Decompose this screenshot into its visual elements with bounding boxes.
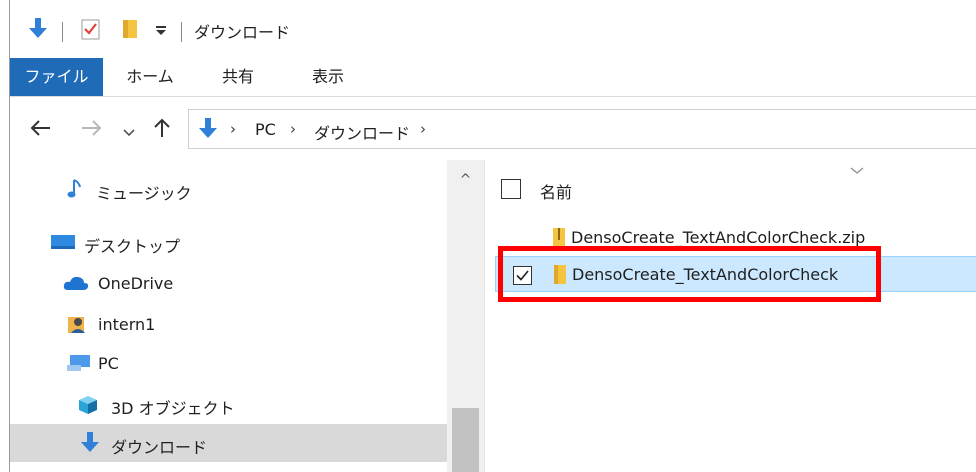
nav-item-onedrive[interactable]: OneDrive — [10, 264, 447, 302]
address-bar[interactable]: › PC › ダウンロード › — [188, 109, 976, 149]
nav-item-label: PC — [98, 354, 119, 373]
breadcrumb-pc[interactable]: PC — [255, 120, 276, 139]
back-arrow-icon[interactable] — [30, 119, 52, 141]
pc-icon — [66, 353, 92, 377]
nav-item-3d-objects[interactable]: 3D オブジェクト — [10, 385, 447, 423]
column-header-name[interactable]: 名前 — [540, 179, 572, 203]
nav-item-label: 3D オブジェクト — [111, 399, 235, 418]
tab-share[interactable]: 共有 — [210, 58, 266, 96]
sort-chevron-icon[interactable] — [850, 164, 864, 178]
explorer-window: ダウンロード ファイル ホーム 共有 表示 › PC › ダウンロード › ミュ… — [9, 0, 976, 472]
music-note-icon — [67, 178, 83, 204]
download-arrow-icon[interactable] — [28, 17, 48, 45]
scroll-up-icon[interactable]: ^ — [447, 172, 484, 188]
nav-item-label: デスクトップ — [84, 237, 181, 256]
desktop-icon — [50, 232, 76, 256]
onedrive-cloud-icon — [62, 274, 90, 296]
nav-item-music[interactable]: ミュージック — [10, 170, 447, 208]
highlight-box — [498, 246, 881, 302]
nav-item-downloads[interactable]: ダウンロード — [10, 424, 447, 462]
scroll-thumb[interactable] — [452, 408, 479, 472]
breadcrumb-chevron[interactable]: › — [290, 120, 296, 138]
navigation-bar: › PC › ダウンロード › — [10, 97, 976, 159]
navigation-pane: ミュージック デスクトップ OneDrive intern1 PC 3D オブジ… — [10, 160, 447, 472]
nav-item-label: ダウンロード — [111, 438, 208, 457]
folder-icon[interactable] — [120, 17, 140, 45]
separator — [181, 22, 182, 42]
nav-item-label: ミュージック — [96, 184, 192, 203]
tab-view[interactable]: 表示 — [300, 58, 356, 96]
tab-file[interactable]: ファイル — [10, 58, 103, 96]
up-arrow-icon[interactable] — [152, 117, 172, 143]
breadcrumb-chevron[interactable]: › — [230, 120, 236, 138]
separator — [62, 22, 63, 42]
nav-item-label: OneDrive — [98, 274, 174, 293]
file-name: DensoCreate_TextAndColorCheck.zip — [571, 228, 866, 247]
qat-dropdown-icon[interactable] — [154, 18, 168, 44]
download-arrow-icon — [80, 431, 100, 459]
tab-home[interactable]: ホーム — [115, 58, 185, 96]
forward-arrow-icon[interactable] — [80, 119, 102, 141]
recent-dropdown-icon[interactable] — [123, 123, 135, 142]
user-icon — [66, 313, 88, 339]
breadcrumb-downloads[interactable]: ダウンロード — [314, 120, 410, 144]
window-title: ダウンロード — [194, 23, 291, 42]
nav-item-label: intern1 — [98, 315, 156, 334]
nav-item-desktop[interactable]: デスクトップ — [10, 223, 447, 261]
nav-item-pc[interactable]: PC — [10, 344, 447, 382]
title-bar: ダウンロード — [10, 0, 976, 58]
properties-icon[interactable] — [80, 17, 102, 45]
nav-item-user[interactable]: intern1 — [10, 305, 447, 343]
nav-scrollbar[interactable]: ^ — [447, 160, 485, 472]
ribbon-tabs: ファイル ホーム 共有 表示 — [10, 58, 976, 97]
breadcrumb-chevron[interactable]: › — [420, 120, 426, 138]
download-arrow-icon — [198, 117, 218, 145]
3d-objects-icon — [77, 394, 99, 420]
file-list: 名前 DensoCreate_TextAndColorCheck.zip Den… — [485, 160, 976, 472]
select-all-checkbox[interactable] — [501, 179, 521, 199]
